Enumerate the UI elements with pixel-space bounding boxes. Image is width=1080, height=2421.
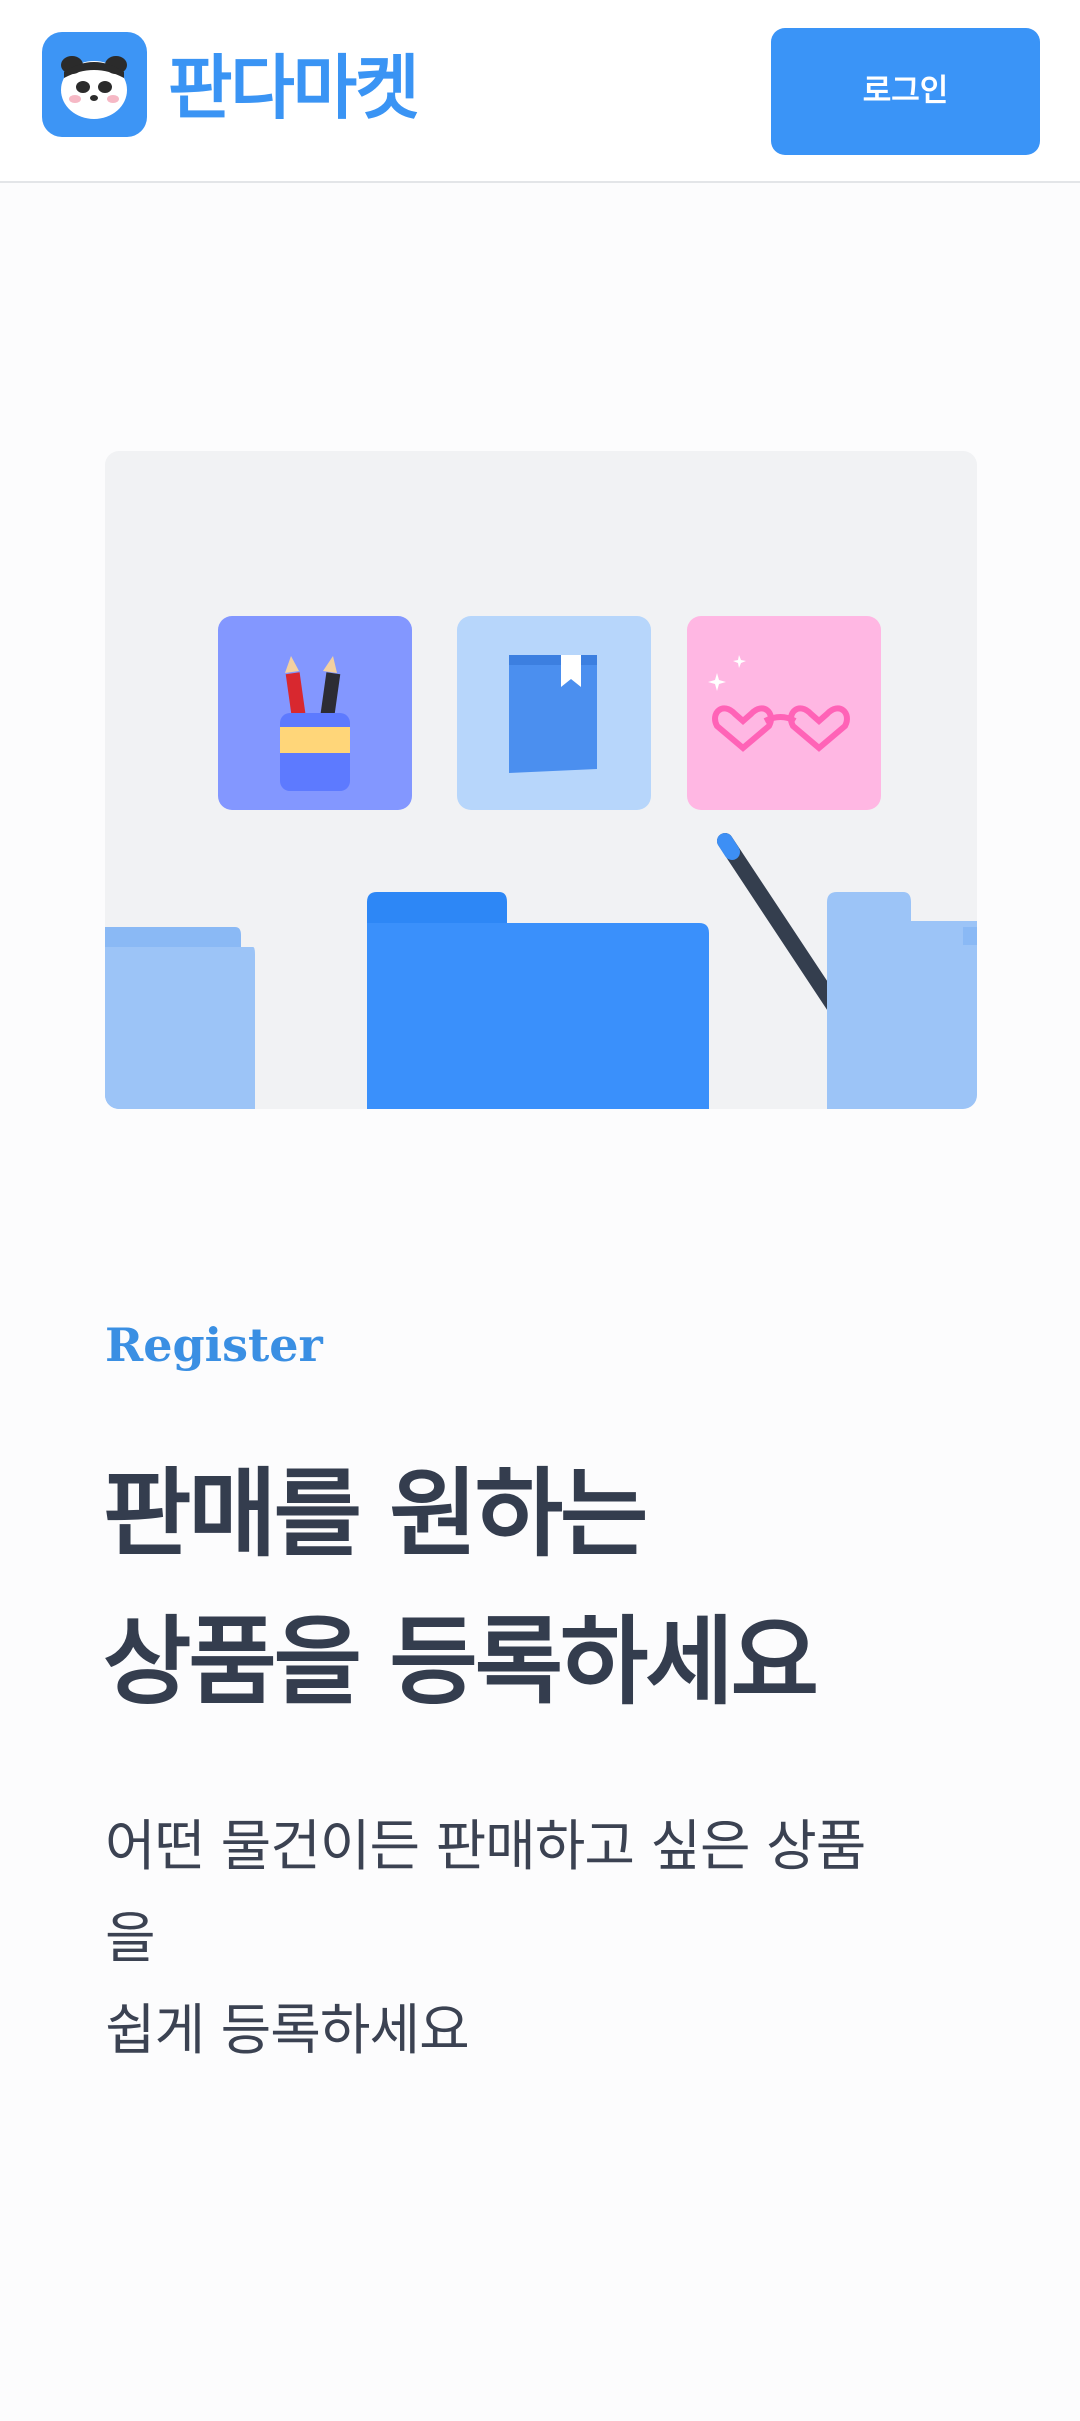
login-button[interactable]: 로그인: [771, 28, 1040, 155]
folder-icon: [367, 892, 709, 1109]
book-icon: [457, 616, 651, 810]
section-headline: 판매를 원하는 상품을 등록하세요: [103, 1440, 1003, 1736]
panda-face-icon[interactable]: [42, 32, 147, 137]
description-line-1: 어떤 물건이든 판매하고 싶은 상품: [105, 1814, 866, 1878]
headline-line-1: 판매를 원하는: [103, 1458, 648, 1570]
top-nav: 판다마켓 로그인: [0, 0, 1080, 183]
description-line-2: 을: [105, 1906, 156, 1970]
brand-logo-text[interactable]: 판다마켓: [168, 38, 420, 138]
section-eyebrow: Register: [105, 1318, 323, 1372]
heart-glasses-icon: [687, 616, 881, 810]
section-description: 어떤 물건이든 판매하고 싶은 상품 을 쉽게 등록하세요: [105, 1800, 955, 2076]
pencil-cup-icon: [218, 616, 412, 810]
hero-illustration: [105, 451, 977, 1109]
description-line-3: 쉽게 등록하세요: [105, 1998, 470, 2062]
headline-line-2: 상품을 등록하세요: [103, 1606, 819, 1718]
